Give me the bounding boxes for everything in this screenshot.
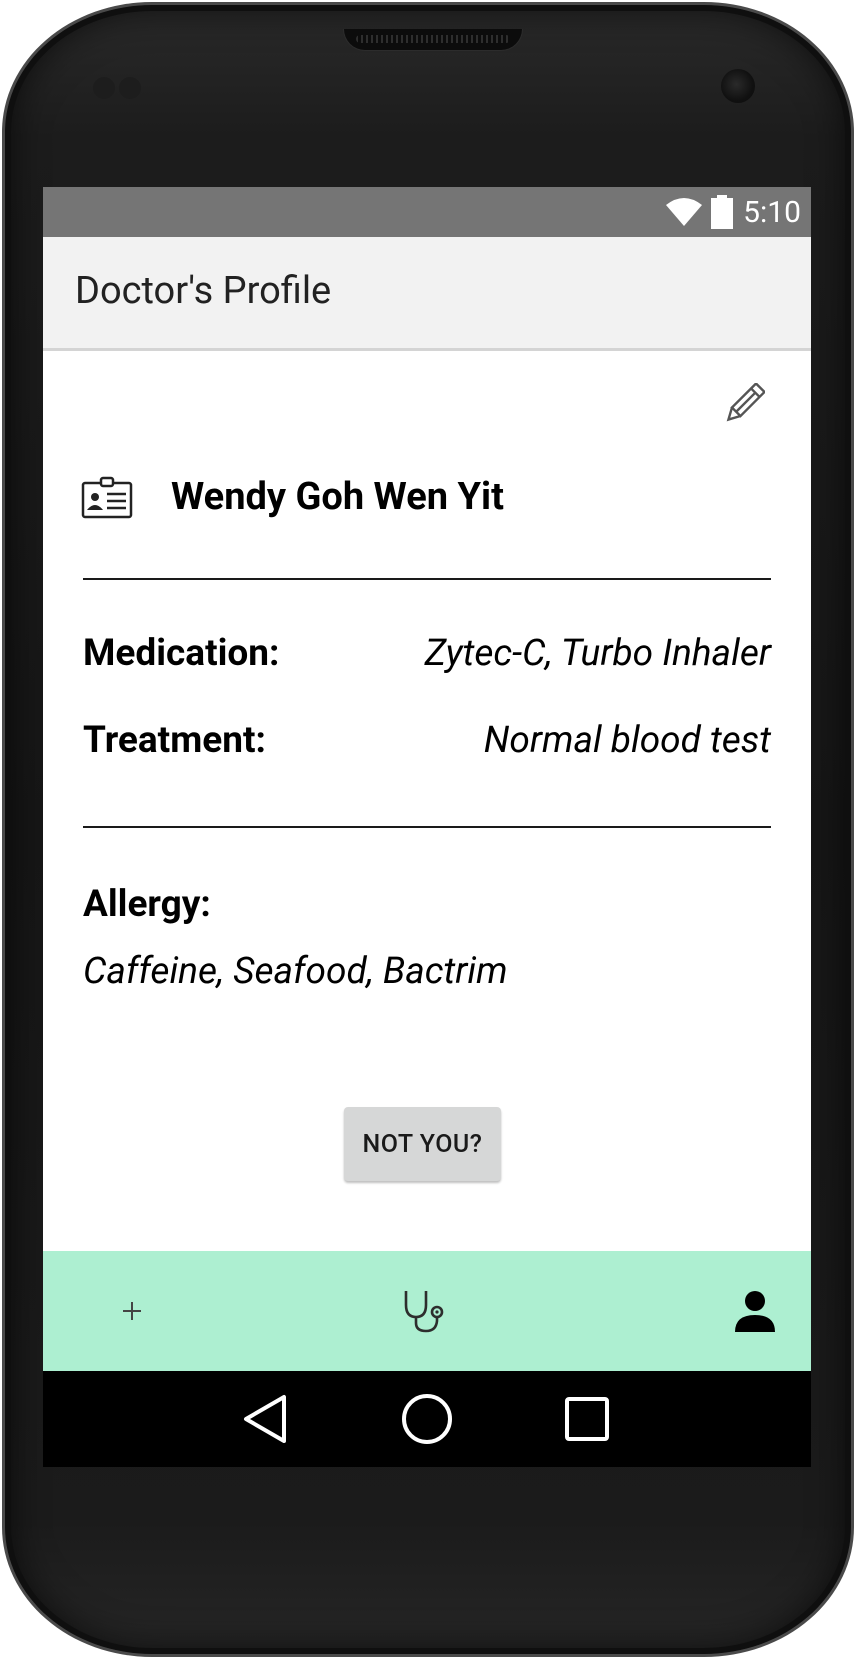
status-time: 5:10 <box>743 194 801 230</box>
doctor-name-row: Wendy Goh Wen Yit <box>81 467 504 527</box>
battery-icon <box>711 195 734 229</box>
plus-icon <box>123 1302 141 1320</box>
id-card-icon <box>81 476 133 519</box>
recents-button[interactable] <box>537 1371 637 1467</box>
treatment-value: Normal blood test <box>483 719 771 762</box>
front-sensor <box>119 77 141 99</box>
divider <box>83 826 771 828</box>
app-bar: Doctor's Profile <box>43 237 811 351</box>
medication-label: Medication: <box>83 632 280 675</box>
recents-icon <box>565 1397 609 1441</box>
back-icon <box>244 1395 286 1443</box>
system-navigation-bar <box>43 1371 811 1467</box>
allergy-value: Caffeine, Seafood, Bactrim <box>83 950 508 993</box>
person-icon <box>735 1291 775 1332</box>
page-title: Doctor's Profile <box>75 269 332 313</box>
front-sensor <box>93 77 115 99</box>
edit-profile-button[interactable] <box>723 381 767 425</box>
allergy-label: Allergy: <box>83 883 211 926</box>
medication-value: Zytec-C, Turbo Inhaler <box>424 632 771 675</box>
pencil-icon <box>726 381 767 422</box>
nav-add[interactable] <box>72 1251 192 1371</box>
divider <box>83 578 771 580</box>
front-camera <box>721 69 755 103</box>
bottom-navigation <box>43 1251 811 1371</box>
status-bar: 5:10 <box>43 187 811 237</box>
treatment-label: Treatment: <box>83 719 266 762</box>
screen: 5:10 Doctor's Profile Wendy Goh Wen Yit … <box>43 187 811 1467</box>
not-you-button[interactable]: NOT YOU? <box>344 1107 501 1181</box>
earpiece-speaker <box>343 29 523 51</box>
doctor-name: Wendy Goh Wen Yit <box>171 475 504 519</box>
back-button[interactable] <box>215 1371 315 1467</box>
home-icon <box>402 1394 452 1444</box>
wifi-icon <box>666 198 703 226</box>
stethoscope-icon <box>404 1291 444 1333</box>
nav-doctor[interactable] <box>364 1251 484 1371</box>
nav-profile[interactable] <box>695 1251 811 1371</box>
home-button[interactable] <box>377 1371 477 1467</box>
